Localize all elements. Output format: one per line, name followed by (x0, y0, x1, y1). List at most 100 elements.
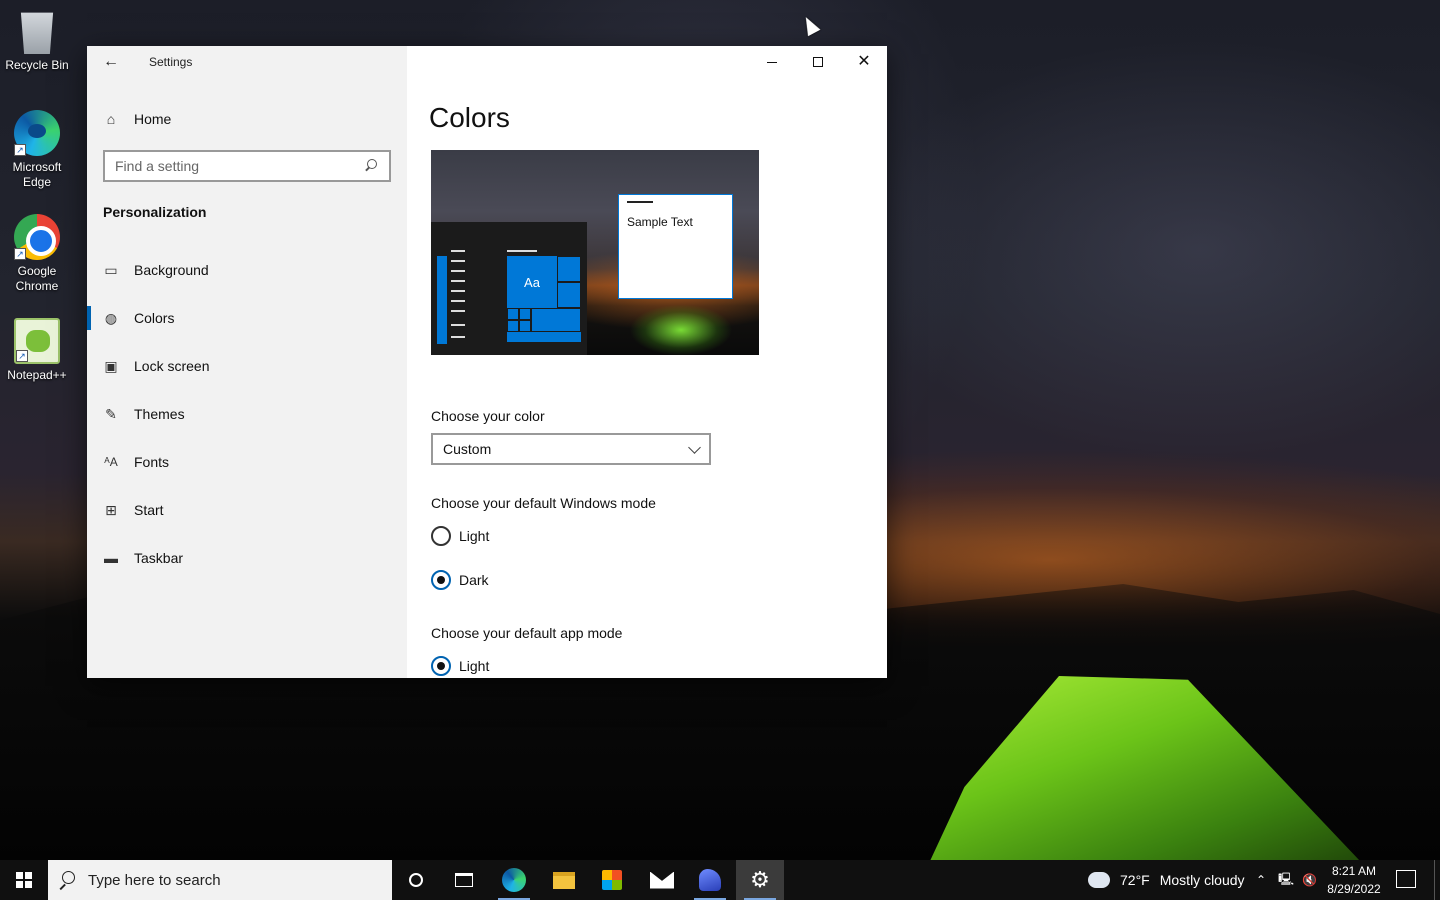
cortana-button[interactable] (392, 860, 440, 900)
windows-logo-icon (16, 872, 32, 888)
radio-label: Light (459, 528, 490, 544)
nav-home[interactable]: ⌂ Home (103, 108, 172, 130)
title-bar[interactable]: ← Settings (87, 46, 407, 78)
windows-mode-label: Choose your default Windows mode (431, 495, 656, 511)
taskbar-clock[interactable]: 8:21 AM 8/29/2022 (1318, 862, 1390, 898)
nav-item-label: Background (134, 262, 209, 278)
maximize-icon (813, 57, 823, 67)
desktop-icon-recycle-bin[interactable]: Recycle Bin (0, 8, 74, 73)
color-preview: Aa Sample Text (431, 150, 759, 355)
preview-line (451, 336, 465, 338)
volume-button[interactable]: 🔇 (1302, 860, 1317, 900)
task-view-button[interactable] (440, 860, 488, 900)
recycle-bin-icon (20, 12, 54, 54)
taskbar-mail[interactable] (638, 860, 686, 900)
radio-button[interactable] (431, 570, 451, 590)
preview-window-bar (627, 201, 653, 203)
taskbar-file-explorer[interactable] (540, 860, 588, 900)
preview-line (451, 310, 465, 312)
taskbar-icon: ▬ (104, 550, 118, 566)
windows-mode-dark-radio[interactable]: Dark (431, 569, 489, 591)
minimize-button[interactable] (749, 46, 795, 78)
nav-item-label: Themes (134, 406, 185, 422)
clock-time: 8:21 AM (1331, 864, 1377, 878)
notifications-icon[interactable] (1396, 870, 1416, 888)
nav-item-label: Colors (134, 310, 175, 326)
radio-button[interactable] (431, 526, 451, 546)
back-button[interactable]: ← (101, 52, 121, 72)
close-button[interactable]: ✕ (841, 46, 887, 78)
preview-tile (531, 308, 581, 332)
preview-tile (507, 308, 519, 320)
desktop-icon-label: Google Chrome (15, 264, 59, 293)
preview-tile (507, 320, 519, 332)
weather-widget[interactable]: 72°F Mostly cloudy (1086, 860, 1245, 900)
preview-line (451, 300, 465, 302)
chrome-icon: ↗ (14, 214, 60, 260)
find-setting-search[interactable] (103, 150, 391, 182)
preview-tile (519, 320, 531, 332)
taskbar-search[interactable]: Type here to search (48, 860, 392, 900)
preview-tiles: Aa (507, 256, 581, 342)
network-icon: 🖳 (1278, 871, 1295, 886)
taskbar-search-placeholder: Type here to search (88, 871, 221, 889)
minimize-icon (767, 61, 777, 63)
nav-item-themes[interactable]: ✎ Themes (87, 390, 407, 438)
radio-button[interactable] (431, 656, 451, 676)
taskbar: Type here to search ⚙ 72°F Mostly cloudy… (0, 860, 1440, 900)
desktop-icon-edge[interactable]: ↗ Microsoft Edge (0, 110, 74, 190)
settings-content-pane: ✕ Colors Aa Sample Text Choose your colo… (407, 46, 887, 678)
cloudy-weather-icon (1086, 866, 1110, 888)
gear-icon: ⚙ (750, 867, 770, 892)
show-hidden-icons-button[interactable]: ⌃ (1256, 860, 1266, 900)
nav-item-label: Lock screen (134, 358, 210, 374)
shortcut-arrow-icon: ↗ (16, 350, 28, 362)
nav-item-taskbar[interactable]: ▬ Taskbar (87, 534, 407, 582)
windows-mode-light-radio[interactable]: Light (431, 525, 489, 547)
taskbar-settings[interactable]: ⚙ (736, 860, 784, 900)
show-desktop-button[interactable] (1434, 860, 1440, 900)
clock-date: 8/29/2022 (1327, 882, 1381, 896)
nav-item-label: Taskbar (134, 550, 184, 566)
preview-line (507, 250, 537, 252)
nav-item-fonts[interactable]: ᴬA Fonts (87, 438, 407, 486)
weather-temp: 72°F (1120, 872, 1150, 888)
app-mode-light-radio[interactable]: Light (431, 655, 489, 677)
preview-window: Sample Text (618, 194, 733, 299)
start-button[interactable] (0, 860, 48, 900)
nav-item-label: Fonts (134, 454, 170, 470)
app-icon (699, 869, 721, 891)
settings-window: ← Settings ⌂ Home Personalization ▭ Back… (87, 46, 887, 678)
nav-home-label: Home (134, 111, 172, 127)
page-title: Colors (429, 102, 510, 133)
nav-item-lock-screen[interactable]: ▣ Lock screen (87, 342, 407, 390)
edge-icon: ↗ (14, 110, 60, 156)
nav-item-start[interactable]: ⊞ Start (87, 486, 407, 534)
preview-line (451, 280, 465, 282)
nav-item-label: Start (134, 502, 164, 518)
preview-start-menu: Aa (431, 222, 587, 355)
find-setting-input[interactable] (105, 153, 357, 179)
taskbar-store[interactable] (588, 860, 636, 900)
network-button[interactable]: 🖳 (1278, 860, 1294, 900)
nav-item-background[interactable]: ▭ Background (87, 246, 407, 294)
palette-icon: ◍ (104, 310, 118, 326)
taskbar-app[interactable] (686, 860, 734, 900)
preview-line (451, 260, 465, 262)
choose-color-dropdown[interactable]: Custom (431, 433, 711, 465)
cortana-icon (409, 873, 423, 887)
nav-item-colors[interactable]: ◍ Colors (87, 294, 407, 342)
notepadpp-icon: ↗ (14, 318, 60, 364)
maximize-button[interactable] (795, 46, 841, 78)
search-icon[interactable] (363, 158, 379, 174)
caption-buttons: ✕ (749, 46, 887, 78)
task-view-icon (455, 873, 473, 887)
desktop-icon-chrome[interactable]: ↗ Google Chrome (0, 214, 74, 294)
desktop-icon-label: Microsoft Edge (12, 160, 62, 189)
preview-tile (519, 308, 531, 320)
taskbar-edge[interactable] (490, 860, 538, 900)
radio-label: Dark (459, 572, 489, 588)
folder-icon (553, 871, 575, 889)
start-icon: ⊞ (105, 502, 117, 518)
desktop-icon-notepadpp[interactable]: ↗ Notepad++ (0, 318, 74, 383)
